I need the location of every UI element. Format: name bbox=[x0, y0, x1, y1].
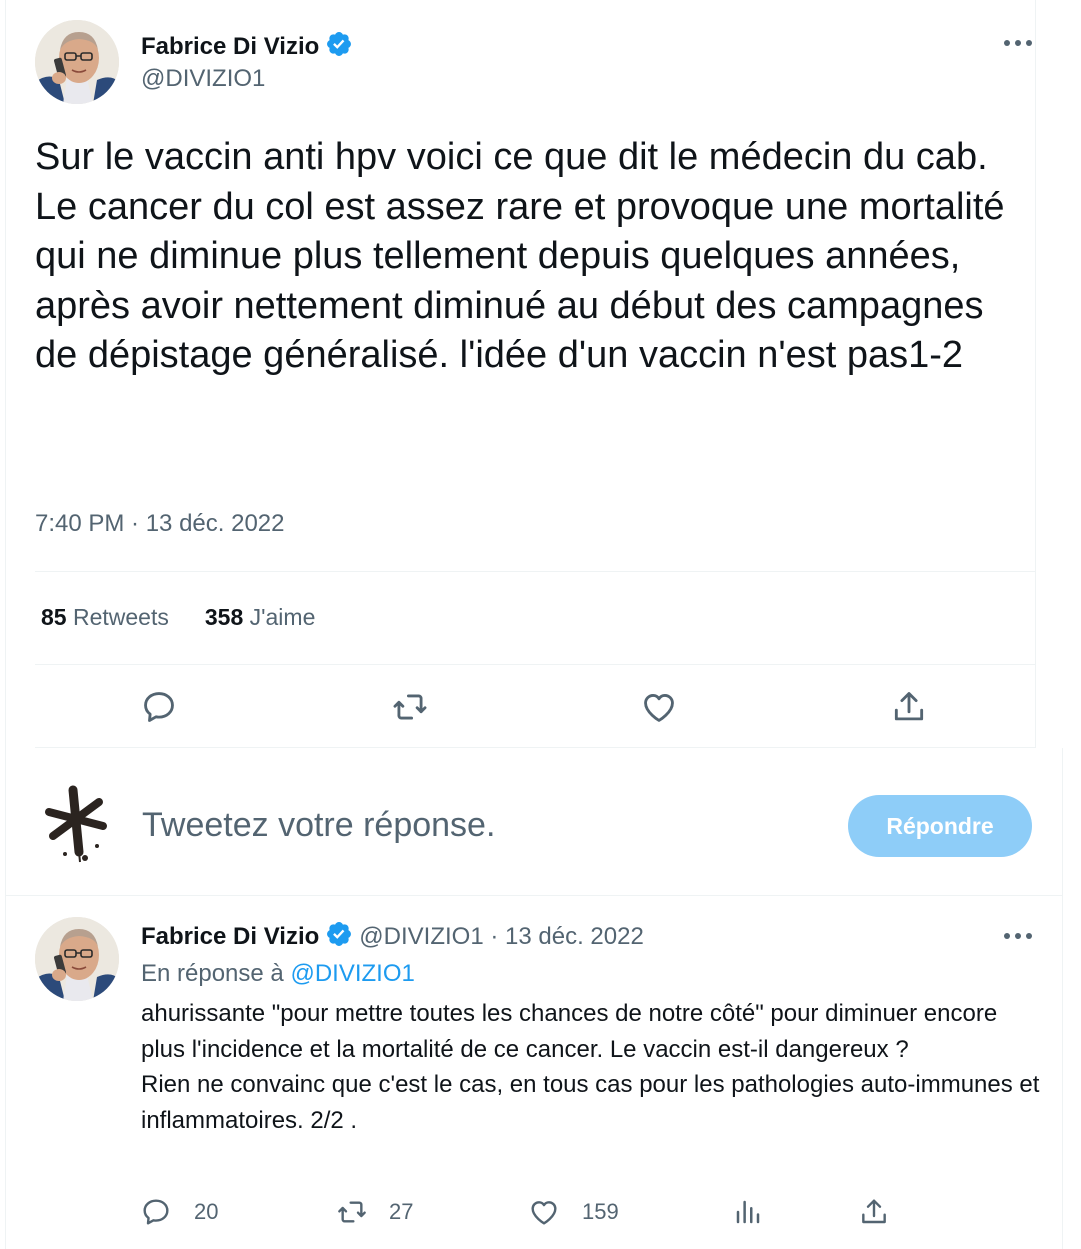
likes-count: 358 bbox=[204, 604, 244, 630]
avatar-photo bbox=[35, 20, 119, 104]
share-icon[interactable] bbox=[890, 688, 928, 731]
more-options-icon[interactable] bbox=[1002, 33, 1034, 58]
avatar-photo bbox=[35, 917, 119, 1001]
reply-tweet-text: ahurissante "pour mettre toutes les chan… bbox=[141, 1000, 1040, 1134]
divider bbox=[35, 571, 1035, 572]
in-reply-prefix: En réponse à bbox=[141, 960, 284, 987]
tweet-text: Sur le vaccin anti hpv voici ce que dit … bbox=[35, 136, 1005, 376]
retweets-count: 85 bbox=[41, 604, 67, 630]
like-icon[interactable] bbox=[528, 1196, 560, 1233]
tweet-timestamp[interactable]: 7:40 PM · 13 déc. 2022 bbox=[35, 510, 285, 538]
retweet-icon[interactable] bbox=[335, 1196, 369, 1233]
left-border bbox=[5, 0, 6, 1249]
reply-icon[interactable] bbox=[140, 1196, 172, 1233]
like-count: 159 bbox=[582, 1199, 619, 1224]
tweet-stats: 85 Retweets 358 J'aime bbox=[41, 604, 315, 631]
reply-button[interactable]: Répondre bbox=[848, 795, 1032, 857]
reply-author-handle[interactable]: @DIVIZIO1 bbox=[359, 923, 483, 950]
divider bbox=[5, 895, 1062, 896]
reply-author-avatar[interactable] bbox=[35, 917, 119, 1001]
reply-count: 20 bbox=[194, 1199, 219, 1224]
author-avatar[interactable] bbox=[35, 20, 119, 104]
retweets-label: Retweets bbox=[72, 604, 169, 630]
retweets-stat[interactable]: 85 Retweets bbox=[41, 604, 169, 630]
right-border bbox=[1035, 0, 1036, 748]
analytics-icon[interactable] bbox=[733, 1196, 763, 1233]
verified-badge-icon bbox=[325, 30, 353, 65]
reply-date[interactable]: · 13 déc. 2022 bbox=[490, 923, 643, 950]
divider bbox=[35, 747, 1035, 748]
user-avatar[interactable] bbox=[35, 782, 119, 866]
likes-label: J'aime bbox=[249, 604, 316, 630]
author-name-text: Fabrice Di Vizio bbox=[141, 33, 320, 60]
reply-icon[interactable] bbox=[140, 688, 178, 731]
retweet-icon[interactable] bbox=[390, 688, 430, 731]
more-options-icon[interactable] bbox=[1002, 926, 1034, 951]
reply-input[interactable]: Tweetez votre réponse. bbox=[142, 806, 495, 845]
reply-header: Fabrice Di Vizio @DIVIZIO1 · 13 déc. 2022 bbox=[141, 920, 644, 955]
likes-stat[interactable]: 358 J'aime bbox=[205, 604, 316, 630]
divider bbox=[35, 664, 1035, 665]
in-reply-handle-link[interactable]: @DIVIZIO1 bbox=[290, 960, 414, 987]
share-icon[interactable] bbox=[858, 1196, 890, 1233]
like-icon[interactable] bbox=[640, 688, 678, 731]
right-border-lower bbox=[1062, 748, 1063, 1249]
author-name[interactable]: Fabrice Di Vizio bbox=[141, 30, 353, 65]
in-reply-to: En réponse à @DIVIZIO1 bbox=[141, 960, 415, 988]
author-handle[interactable]: @DIVIZIO1 bbox=[141, 65, 265, 93]
reply-author-name[interactable]: Fabrice Di Vizio bbox=[141, 923, 319, 950]
asterisk-avatar-icon bbox=[35, 782, 119, 866]
retweet-count: 27 bbox=[389, 1199, 414, 1224]
tweet-page: Fabrice Di Vizio @DIVIZIO1 Sur le vaccin… bbox=[0, 0, 1081, 1249]
verified-badge-icon bbox=[325, 920, 353, 955]
